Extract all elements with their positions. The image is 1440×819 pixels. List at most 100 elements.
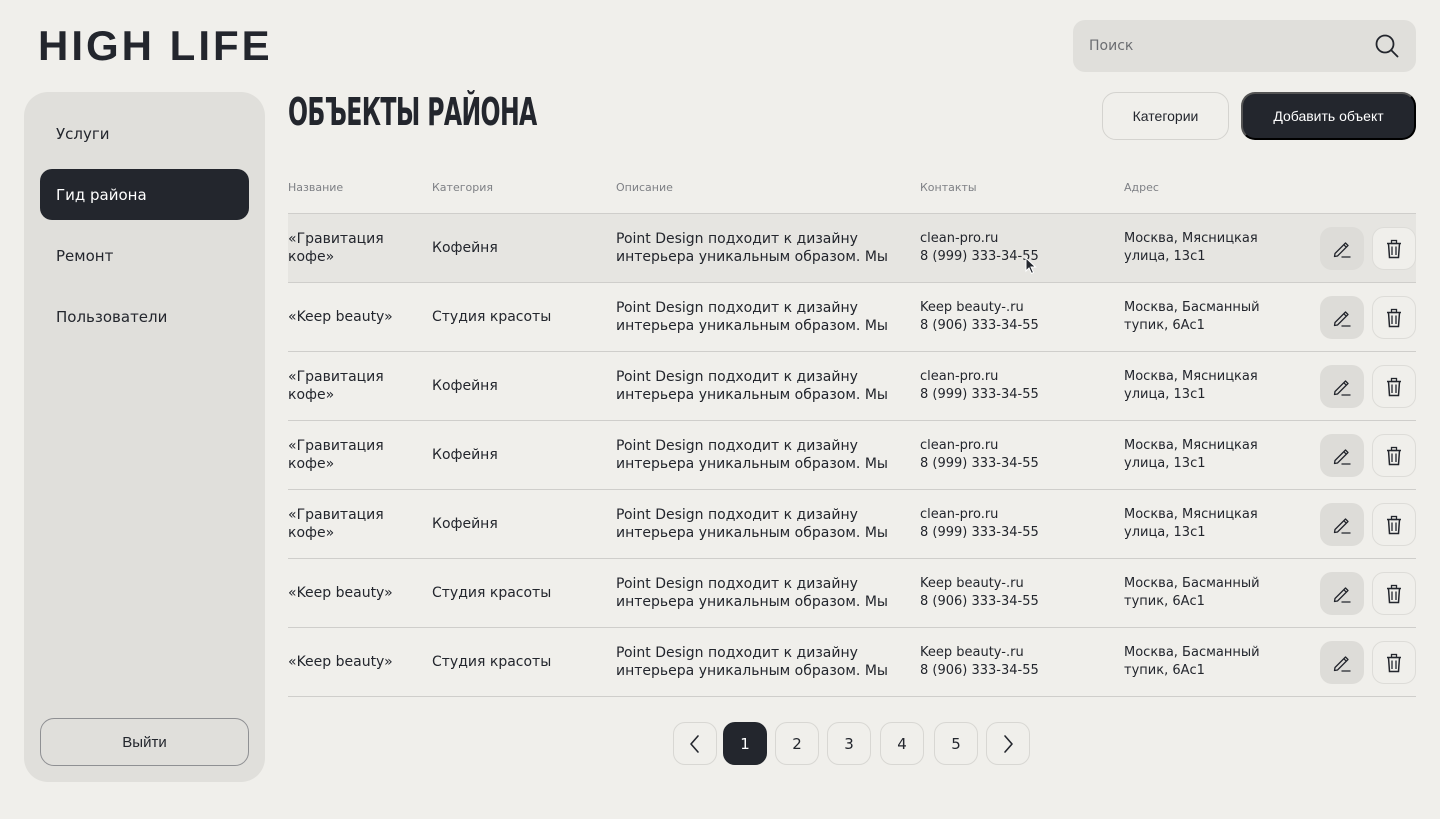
contact-phone: 8 (999) 333-34-55 — [920, 456, 1039, 471]
edit-button[interactable] — [1320, 503, 1364, 546]
address-line1: Москва, Мясницкая — [1124, 438, 1258, 453]
table-row[interactable]: «Keep beauty» Студия красоты Point Design … — [288, 628, 1416, 697]
cell-description: Point Design подходит к дизайну интерьера… — [616, 628, 900, 696]
contact-phone: 8 (999) 333-34-55 — [920, 525, 1039, 540]
edit-button[interactable] — [1320, 572, 1364, 615]
cell-address: Москва, Мясницкая улица, 13с1 — [1124, 352, 1304, 420]
search-icon[interactable] — [1374, 33, 1400, 59]
search-input[interactable] — [1089, 38, 1374, 54]
trash-icon — [1385, 653, 1403, 673]
object-name-line1: «Keep beauty» — [288, 654, 393, 670]
description-line1: Point Design подходит к дизайну — [616, 438, 858, 454]
object-name-line1: «Гравитация — [288, 507, 384, 523]
cell-address: Москва, Басманный тупик, 6Ас1 — [1124, 283, 1304, 351]
edit-button[interactable] — [1320, 434, 1364, 477]
cell-contacts: Keep beauty-.ru 8 (906) 333-34-55 — [920, 628, 1110, 696]
table-row[interactable]: «Гравитация кофе» Кофейня Point Design подх… — [288, 421, 1416, 490]
delete-button[interactable] — [1372, 365, 1416, 408]
cell-name: «Гравитация кофе» — [288, 352, 418, 420]
contact-phone: 8 (999) 333-34-55 — [920, 249, 1039, 264]
column-header-address: Адрес — [1124, 181, 1159, 194]
sidebar-item-repair[interactable]: Ремонт — [40, 230, 249, 281]
table-row[interactable]: «Гравитация кофе» Кофейня Point Design подх… — [288, 490, 1416, 559]
pencil-icon — [1331, 514, 1353, 536]
object-category: Кофейня — [432, 378, 498, 394]
object-name-line1: «Гравитация — [288, 438, 384, 454]
table-row[interactable]: «Гравитация кофе» Кофейня Point Design подх… — [288, 214, 1416, 283]
object-category: Студия красоты — [432, 654, 552, 670]
object-name-line1: «Гравитация — [288, 369, 384, 385]
delete-button[interactable] — [1372, 503, 1416, 546]
page-4-button[interactable]: 4 — [880, 722, 924, 765]
page-3-button[interactable]: 3 — [827, 722, 871, 765]
chevron-right-icon — [1004, 734, 1013, 753]
cell-contacts: Keep beauty-.ru 8 (906) 333-34-55 — [920, 559, 1110, 627]
object-category: Кофейня — [432, 516, 498, 532]
cell-contacts: clean-pro.ru 8 (999) 333-34-55 — [920, 421, 1110, 489]
sidebar-item-services[interactable]: Услуги — [40, 108, 249, 159]
page-1-button[interactable]: 1 — [723, 722, 767, 765]
pencil-icon — [1331, 652, 1353, 674]
description-line1: Point Design подходит к дизайну — [616, 576, 858, 592]
sidebar-item-users[interactable]: Пользователи — [40, 291, 249, 342]
column-header-contacts: Контакты — [920, 181, 977, 194]
delete-button[interactable] — [1372, 641, 1416, 684]
categories-button[interactable]: Категории — [1102, 92, 1229, 140]
table-row[interactable]: «Keep beauty» Студия красоты Point Design … — [288, 559, 1416, 628]
sidebar-item-district-guide[interactable]: Гид района — [40, 169, 249, 220]
cell-description: Point Design подходит к дизайну интерьера… — [616, 352, 900, 420]
address-line2: тупик, 6Ас1 — [1124, 318, 1205, 333]
contact-phone: 8 (906) 333-34-55 — [920, 318, 1039, 333]
contact-phone: 8 (906) 333-34-55 — [920, 663, 1039, 678]
table-row[interactable]: «Гравитация кофе» Кофейня Point Design подх… — [288, 352, 1416, 421]
address-line2: тупик, 6Ас1 — [1124, 663, 1205, 678]
delete-button[interactable] — [1372, 572, 1416, 615]
description-line2: интерьера уникальным образом. Мы — [616, 318, 888, 334]
cell-address: Москва, Басманный тупик, 6Ас1 — [1124, 559, 1304, 627]
address-line1: Москва, Басманный — [1124, 576, 1260, 591]
edit-button[interactable] — [1320, 365, 1364, 408]
cell-contacts: clean-pro.ru 8 (999) 333-34-55 — [920, 352, 1110, 420]
cell-description: Point Design подходит к дизайну интерьера… — [616, 559, 900, 627]
prev-page-button[interactable] — [673, 722, 717, 765]
cell-description: Point Design подходит к дизайну интерьера… — [616, 421, 900, 489]
next-page-button[interactable] — [986, 722, 1030, 765]
edit-button[interactable] — [1320, 641, 1364, 684]
delete-button[interactable] — [1372, 434, 1416, 477]
object-name-line1: «Гравитация — [288, 231, 384, 247]
trash-icon — [1385, 239, 1403, 259]
edit-button[interactable] — [1320, 227, 1364, 270]
address-line2: тупик, 6Ас1 — [1124, 594, 1205, 609]
trash-icon — [1385, 377, 1403, 397]
edit-button[interactable] — [1320, 296, 1364, 339]
description-line2: интерьера уникальным образом. Мы — [616, 249, 888, 265]
column-header-description: Описание — [616, 181, 673, 194]
cell-name: «Гравитация кофе» — [288, 214, 418, 282]
mouse-cursor-icon — [1025, 257, 1037, 275]
description-line1: Point Design подходит к дизайну — [616, 645, 858, 661]
cell-description: Point Design подходит к дизайну интерьера… — [616, 214, 900, 282]
add-object-button[interactable]: Добавить объект — [1241, 92, 1416, 140]
cell-category: Кофейня — [432, 352, 602, 420]
delete-button[interactable] — [1372, 296, 1416, 339]
address-line1: Москва, Мясницкая — [1124, 231, 1258, 246]
pencil-icon — [1331, 445, 1353, 467]
trash-icon — [1385, 308, 1403, 328]
trash-icon — [1385, 584, 1403, 604]
contact-site: Keep beauty-.ru — [920, 645, 1024, 660]
cell-category: Студия красоты — [432, 559, 602, 627]
page-2-button[interactable]: 2 — [775, 722, 819, 765]
cell-category: Студия красоты — [432, 628, 602, 696]
cell-name: «Гравитация кофе» — [288, 490, 418, 558]
description-line1: Point Design подходит к дизайну — [616, 300, 858, 316]
cell-name: «Keep beauty» — [288, 628, 418, 696]
object-name-line2: кофе» — [288, 525, 335, 541]
object-name-line2: кофе» — [288, 387, 335, 403]
address-line2: улица, 13с1 — [1124, 387, 1206, 402]
table-row[interactable]: «Keep beauty» Студия красоты Point Design … — [288, 283, 1416, 352]
page-5-button[interactable]: 5 — [934, 722, 978, 765]
object-category: Студия красоты — [432, 309, 552, 325]
cell-category: Кофейня — [432, 490, 602, 558]
object-name-line1: «Keep beauty» — [288, 585, 393, 601]
delete-button[interactable] — [1372, 227, 1416, 270]
